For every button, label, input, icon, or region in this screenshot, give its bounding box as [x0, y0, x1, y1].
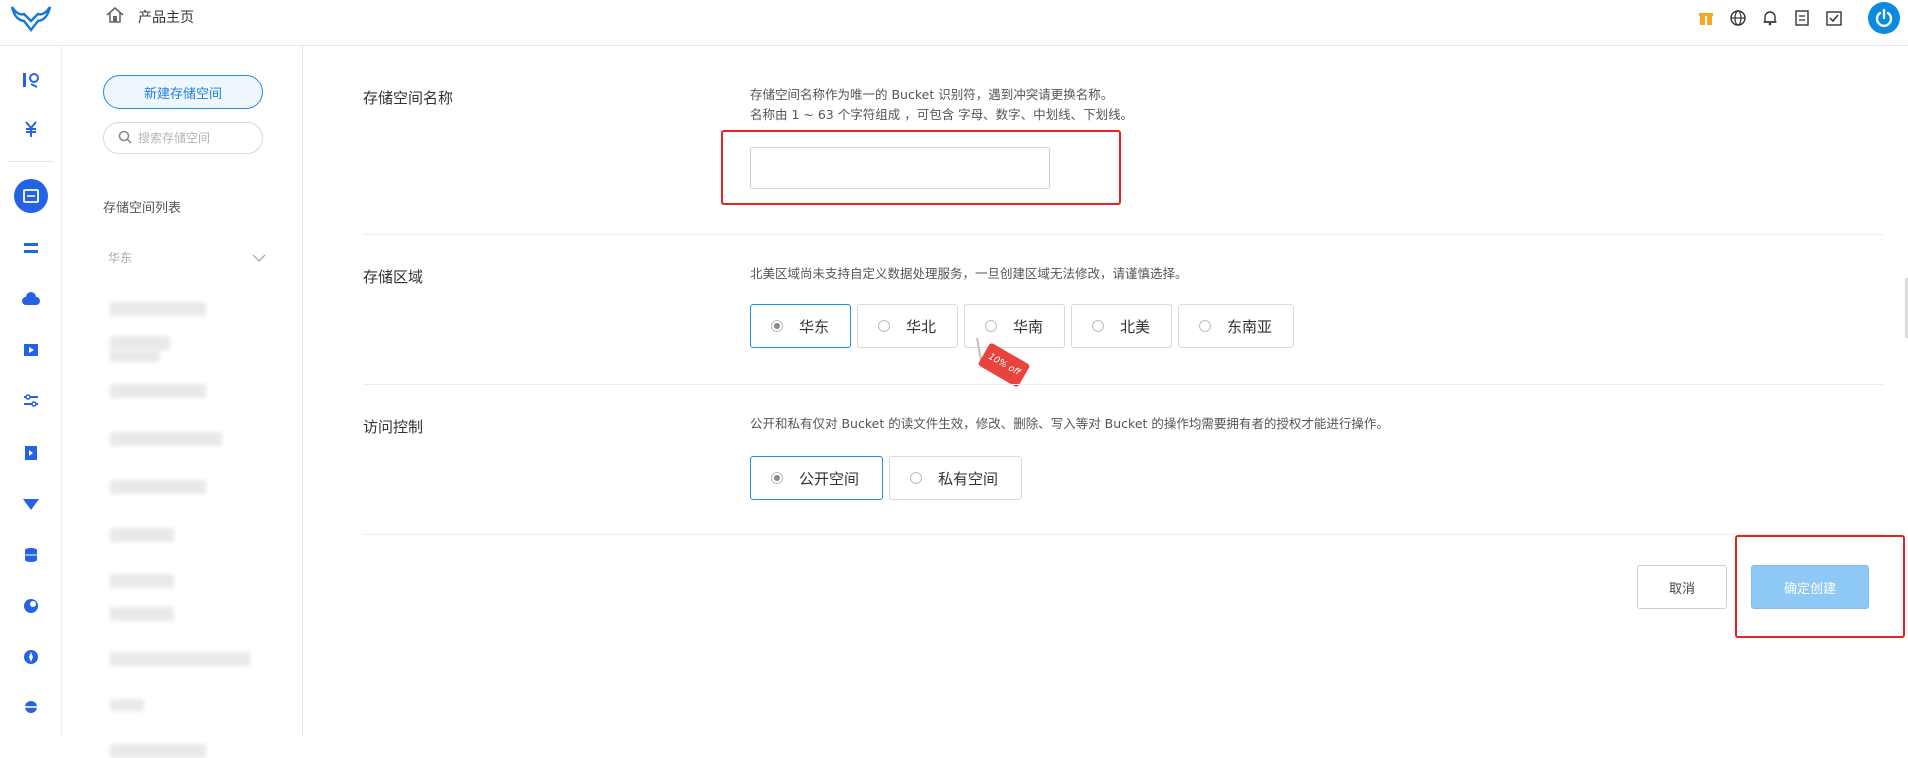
access-options: 公开空间 私有空间	[750, 456, 1022, 500]
chevron-down-icon	[252, 254, 266, 262]
create-bucket-form: 存储空间名称 存储空间名称作为唯一的 Bucket 识别符，遇到冲突请更换名称。…	[303, 46, 1908, 737]
document-icon[interactable]	[1786, 2, 1818, 34]
search-box[interactable]	[103, 122, 263, 154]
search-icon	[118, 129, 132, 148]
logo-icon[interactable]	[10, 4, 52, 34]
list-item[interactable]	[110, 574, 174, 588]
icon-rail	[0, 46, 62, 737]
list-item[interactable]	[110, 336, 170, 350]
dashboard-icon[interactable]	[19, 68, 43, 92]
region-option[interactable]: 北美	[1071, 304, 1172, 348]
radio-icon	[910, 472, 922, 484]
divider	[363, 534, 1883, 535]
bucket-list-title: 存储空间列表	[103, 201, 182, 216]
divider	[363, 234, 1883, 235]
bell-icon[interactable]	[1754, 2, 1786, 34]
home-link[interactable]: 产品主页	[106, 6, 194, 27]
task-icon[interactable]	[1818, 2, 1850, 34]
list-item[interactable]	[110, 350, 160, 362]
settings-icon[interactable]	[19, 389, 43, 413]
list-item[interactable]	[110, 528, 174, 542]
radio-icon	[771, 320, 783, 332]
new-bucket-button[interactable]: 新建存储空间	[103, 75, 263, 109]
region-dropdown[interactable]: 华东	[108, 249, 266, 266]
list-item[interactable]	[110, 384, 206, 398]
cdn-icon[interactable]	[19, 492, 43, 516]
radio-icon	[771, 472, 783, 484]
radio-icon	[985, 320, 997, 332]
list-icon[interactable]	[19, 236, 43, 260]
moon-icon[interactable]	[19, 594, 43, 618]
access-option[interactable]: 私有空间	[889, 456, 1022, 500]
compass-icon[interactable]	[19, 645, 43, 669]
cancel-button[interactable]: 取消	[1637, 565, 1727, 609]
region-label: 华东	[108, 251, 133, 265]
radio-icon	[878, 320, 890, 332]
region-desc: 北美区域尚未支持自定义数据处理服务，一旦创建区域无法修改，请谨慎选择。	[750, 266, 1188, 281]
list-item[interactable]	[110, 302, 206, 316]
radio-icon	[1199, 320, 1211, 332]
home-icon	[106, 6, 124, 27]
gift-icon[interactable]	[1690, 2, 1722, 34]
top-bar: 产品主页	[0, 0, 1908, 46]
region-options: 华东 华北 华南 北美 东南亚	[750, 304, 1294, 348]
search-input[interactable]	[138, 131, 248, 145]
region-section-label: 存储区域	[363, 268, 424, 286]
database-icon[interactable]	[19, 543, 43, 567]
access-option[interactable]: 公开空间	[750, 456, 883, 500]
video-icon[interactable]	[19, 338, 43, 362]
planet-icon[interactable]	[19, 695, 43, 719]
promo-tag: 10% off	[977, 342, 1031, 388]
cloud-icon[interactable]	[19, 287, 43, 311]
region-option[interactable]: 东南亚	[1178, 304, 1294, 348]
media-icon[interactable]	[19, 441, 43, 465]
list-item[interactable]	[110, 432, 222, 446]
bucket-name-desc-1: 存储空间名称作为唯一的 Bucket 识别符，遇到冲突请更换名称。	[750, 87, 1114, 102]
bucket-name-desc-2: 名称由 1 ~ 63 个字符组成 ，可包含 字母、数字、中划线、下划线。	[750, 107, 1134, 122]
storage-icon[interactable]	[14, 179, 48, 213]
divider	[363, 384, 1883, 385]
list-item[interactable]	[110, 744, 206, 758]
globe-icon[interactable]	[1722, 2, 1754, 34]
yuan-icon[interactable]	[19, 117, 43, 141]
bucket-sidebar: 新建存储空间 存储空间列表 华东	[62, 46, 303, 758]
region-option[interactable]: 华北	[857, 304, 958, 348]
region-option[interactable]: 华东	[750, 304, 851, 348]
list-item[interactable]	[110, 652, 250, 666]
list-item[interactable]	[110, 699, 144, 711]
list-item[interactable]	[110, 480, 206, 494]
highlight-box	[1735, 535, 1905, 638]
power-icon[interactable]	[1868, 2, 1900, 34]
home-label: 产品主页	[138, 10, 194, 26]
region-option[interactable]: 华南	[964, 304, 1065, 348]
radio-icon	[1092, 320, 1104, 332]
list-item[interactable]	[110, 607, 174, 621]
bucket-name-label: 存储空间名称	[363, 89, 454, 107]
access-desc: 公开和私有仅对 Bucket 的读文件生效，修改、删除、写入等对 Bucket …	[750, 416, 1389, 431]
access-section-label: 访问控制	[363, 418, 424, 436]
highlight-box	[721, 130, 1121, 205]
